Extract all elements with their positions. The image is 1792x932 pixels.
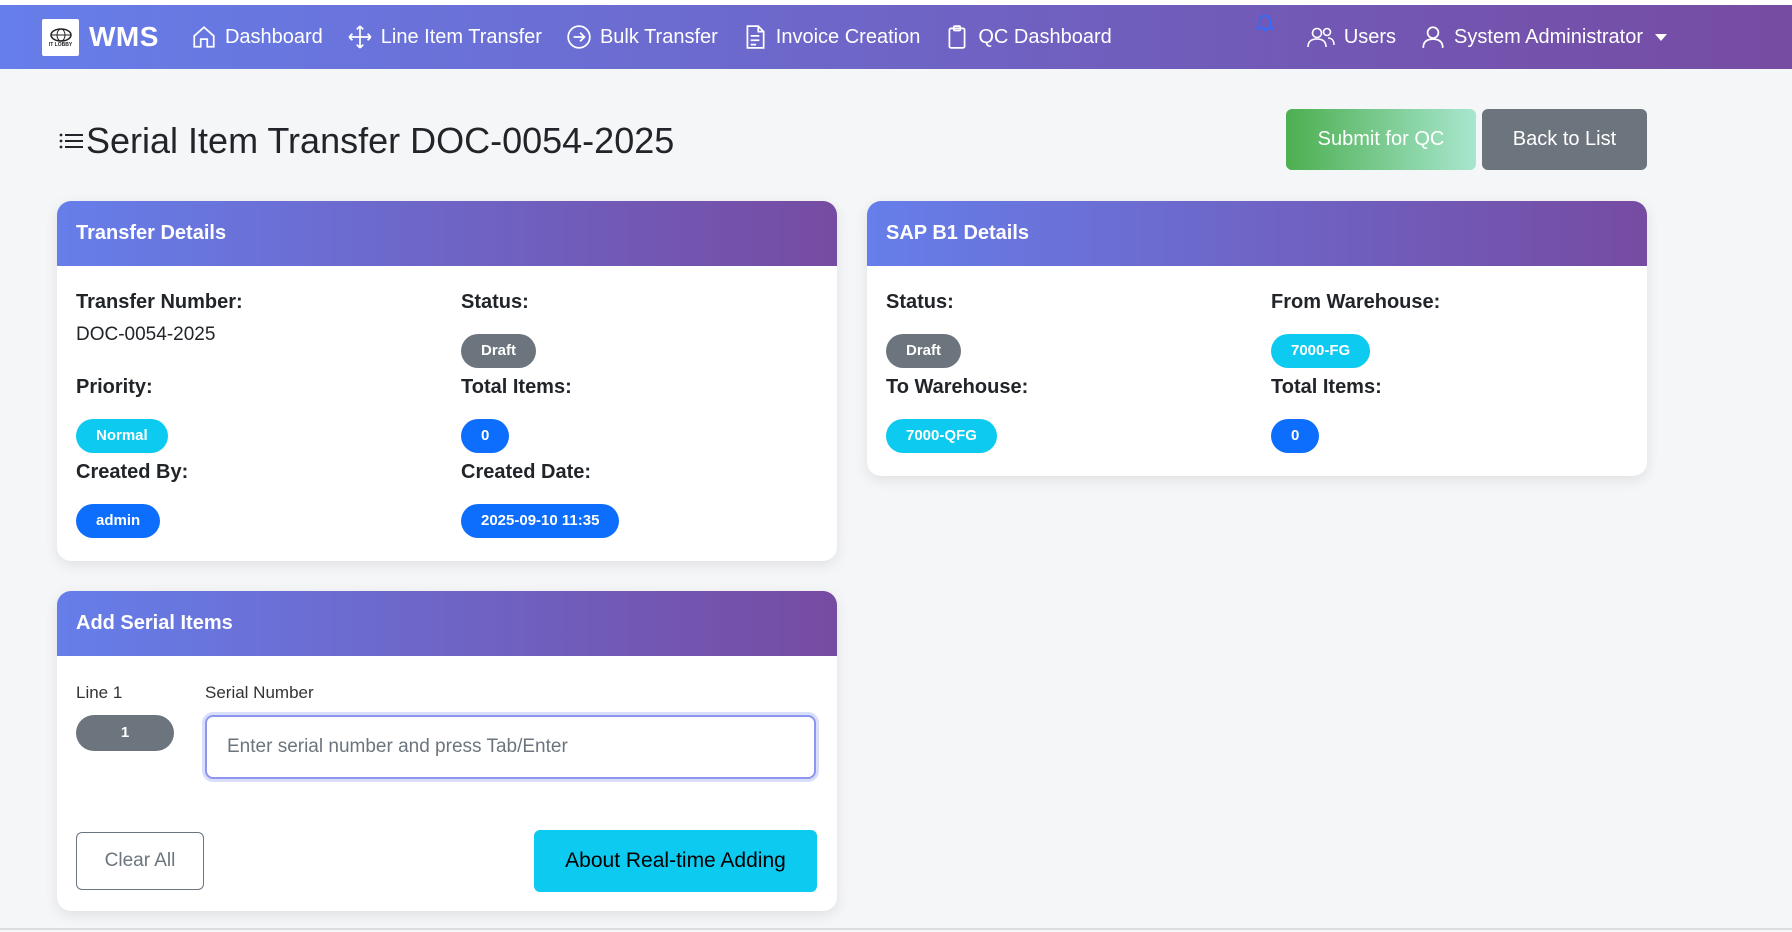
nav-bulk-transfer-label: Bulk Transfer <box>599 25 718 48</box>
home-icon <box>193 26 215 48</box>
serial-number-label: Serial Number <box>205 683 314 702</box>
submit-for-qc-button[interactable]: Submit for QC <box>1286 109 1476 170</box>
sap-total-items-field: Total Items: 0 <box>1271 376 1382 453</box>
brand[interactable]: IT LOBBY WMS <box>42 18 159 56</box>
nav-qc-dashboard[interactable]: QC Dashboard <box>944 24 1112 50</box>
nav-line-item-transfer[interactable]: Line Item Transfer <box>347 24 542 50</box>
priority-badge: Normal <box>76 419 168 453</box>
total-items-badge: 0 <box>461 419 510 453</box>
nav-dashboard[interactable]: Dashboard <box>191 24 323 50</box>
from-warehouse-label: From Warehouse: <box>1271 291 1441 313</box>
to-warehouse-badge: 7000-QFG <box>886 419 997 453</box>
from-warehouse-badge: 7000-FG <box>1271 334 1371 368</box>
priority-label: Priority: <box>76 376 153 398</box>
clear-all-button[interactable]: Clear All <box>76 832 204 890</box>
created-date-badge: 2025-09-10 11:35 <box>461 504 620 538</box>
sap-total-items-label: Total Items: <box>1271 376 1382 398</box>
created-by-label: Created By: <box>76 461 189 483</box>
globe-icon <box>49 27 72 42</box>
created-by-badge: admin <box>76 504 161 538</box>
document-icon <box>746 25 765 49</box>
users-icon <box>1307 27 1335 48</box>
created-date-field: Created Date: 2025-09-10 11:35 <box>461 461 620 538</box>
page-title-text: Serial Item Transfer DOC-0054-2025 <box>86 120 675 161</box>
to-warehouse-label: To Warehouse: <box>886 376 1029 398</box>
created-date-label: Created Date: <box>461 461 592 483</box>
sap-status-label: Status: <box>886 291 954 313</box>
nav-line-item-transfer-label: Line Item Transfer <box>380 25 542 48</box>
bottom-divider <box>0 928 1792 930</box>
nav-users-label: Users <box>1343 25 1397 48</box>
arrow-circle-right-icon <box>567 25 591 49</box>
top-navbar: IT LOBBY WMS Dashboard Line Item Transfe… <box>0 5 1792 69</box>
status-label: Status: <box>461 291 529 313</box>
created-by-field: Created By: admin <box>76 461 188 538</box>
total-items-field: Total Items: 0 <box>461 376 572 453</box>
line-number-badge: 1 <box>76 715 174 751</box>
about-real-time-adding-button[interactable]: About Real-time Adding <box>534 830 817 892</box>
transfer-number-field: Transfer Number: DOC-0054-2025 <box>76 291 243 346</box>
nav-right: Users System Administrator <box>1306 5 1792 69</box>
from-warehouse-field: From Warehouse: 7000-FG <box>1271 291 1440 368</box>
move-arrows-icon <box>348 25 372 49</box>
total-items-label: Total Items: <box>461 376 572 398</box>
status-field: Status: Draft <box>461 291 537 368</box>
line-label: Line 1 <box>76 683 123 702</box>
serial-number-input[interactable] <box>205 715 816 779</box>
sap-details-header: SAP B1 Details <box>867 201 1647 266</box>
transfer-details-header: Transfer Details <box>57 201 837 266</box>
transfer-number-label: Transfer Number: <box>76 291 243 313</box>
back-to-list-button[interactable]: Back to List <box>1482 109 1647 170</box>
user-icon <box>1422 26 1444 48</box>
brand-logo: IT LOBBY <box>42 18 79 56</box>
clipboard-icon <box>948 25 966 49</box>
page-title: Serial Item Transfer DOC-0054-2025 <box>58 120 674 162</box>
priority-field: Priority: Normal <box>76 376 168 453</box>
list-icon <box>59 133 83 149</box>
sap-b1-details-card: SAP B1 Details Status: Draft From Wareho… <box>867 201 1647 476</box>
bell-icon[interactable] <box>1254 11 1276 33</box>
add-serial-items-card: Add Serial Items Line 1 1 Serial Number … <box>57 591 837 911</box>
nav-links: Dashboard Line Item Transfer Bulk Transf… <box>191 24 1136 50</box>
status-badge: Draft <box>461 334 537 368</box>
nav-admin-label: System Administrator <box>1454 25 1643 48</box>
transfer-details-card: Transfer Details Transfer Number: DOC-00… <box>57 201 837 561</box>
chevron-down-icon <box>1655 33 1667 41</box>
sap-status-field: Status: Draft <box>886 291 962 368</box>
nav-dashboard-label: Dashboard <box>224 25 323 48</box>
nav-admin-dropdown[interactable]: System Administrator <box>1420 24 1667 50</box>
nav-qc-dashboard-label: QC Dashboard <box>978 25 1112 48</box>
transfer-number-value: DOC-0054-2025 <box>76 324 216 345</box>
nav-invoice-creation[interactable]: Invoice Creation <box>742 24 921 50</box>
sap-total-items-badge: 0 <box>1271 419 1320 453</box>
nav-bulk-transfer[interactable]: Bulk Transfer <box>566 24 718 50</box>
brand-name: WMS <box>89 21 159 52</box>
nav-users[interactable]: Users <box>1306 24 1396 50</box>
nav-invoice-creation-label: Invoice Creation <box>775 25 921 48</box>
sap-status-badge: Draft <box>886 334 962 368</box>
logo-text: IT LOBBY <box>48 41 73 48</box>
to-warehouse-field: To Warehouse: 7000-QFG <box>886 376 1028 453</box>
add-serial-header: Add Serial Items <box>57 591 837 656</box>
